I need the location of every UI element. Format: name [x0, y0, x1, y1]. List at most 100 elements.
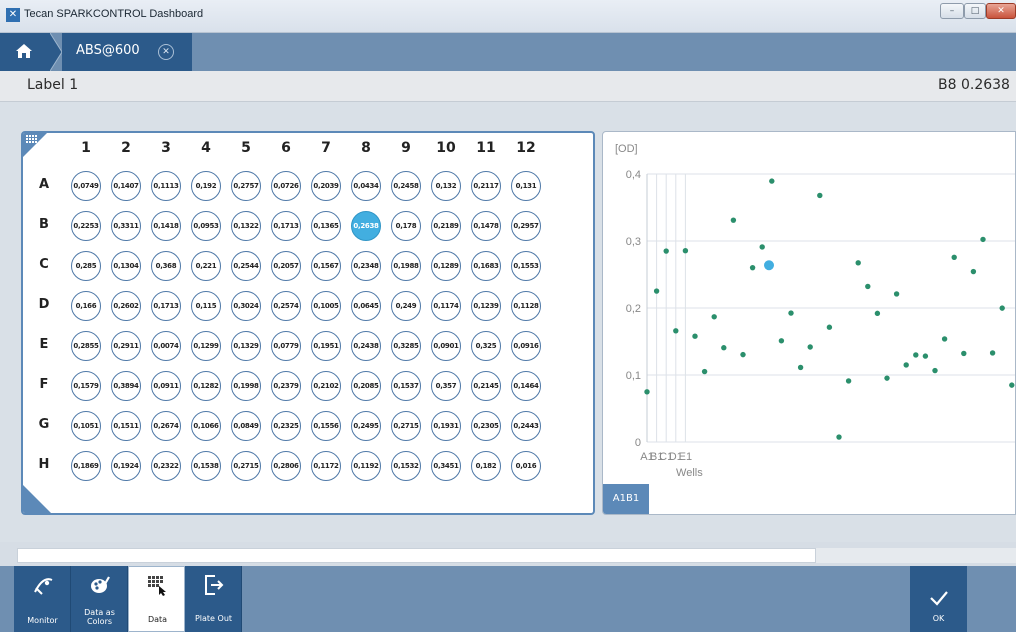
home-button[interactable]	[0, 33, 50, 71]
plate-well[interactable]: 0,2325	[271, 411, 301, 441]
a1b1-tab[interactable]: A1B1	[603, 484, 649, 514]
plate-well[interactable]: 0,2495	[351, 411, 381, 441]
close-circle-icon[interactable]: ✕	[158, 44, 174, 60]
data-as-colors-button[interactable]: Data as Colors	[71, 566, 128, 632]
plate-well[interactable]: 0,1329	[231, 331, 261, 361]
maximize-button[interactable]: □	[964, 3, 986, 19]
plate-well[interactable]: 0,2911	[111, 331, 141, 361]
plate-well[interactable]: 0,1951	[311, 331, 341, 361]
data-button[interactable]: Data	[128, 566, 185, 632]
plate-row-header[interactable]: B	[37, 217, 51, 232]
ok-button[interactable]: OK	[910, 566, 967, 632]
plate-well[interactable]: 0,1511	[111, 411, 141, 441]
plate-well[interactable]: 0,166	[71, 291, 101, 321]
plate-column-header[interactable]: 12	[506, 140, 546, 156]
plate-well[interactable]: 0,1418	[151, 211, 181, 241]
plate-well[interactable]: 0,1553	[511, 251, 541, 281]
plate-well[interactable]: 0,016	[511, 451, 541, 481]
plate-well[interactable]: 0,1113	[151, 171, 181, 201]
plate-column-header[interactable]: 6	[266, 140, 306, 156]
plate-column-header[interactable]: 8	[346, 140, 386, 156]
plate-well[interactable]: 0,2574	[271, 291, 301, 321]
plate-well[interactable]: 0,0953	[191, 211, 221, 241]
plate-well[interactable]: 0,0726	[271, 171, 301, 201]
plate-well[interactable]: 0,132	[431, 171, 461, 201]
plate-well[interactable]: 0,2544	[231, 251, 261, 281]
plate-well[interactable]: 0,2145	[471, 371, 501, 401]
plate-well[interactable]: 0,2602	[111, 291, 141, 321]
plate-well[interactable]: 0,2638	[351, 211, 381, 241]
plate-row-header[interactable]: E	[37, 337, 51, 352]
plate-row-header[interactable]: A	[37, 177, 51, 192]
plate-well[interactable]: 0,115	[191, 291, 221, 321]
plate-well[interactable]: 0,0849	[231, 411, 261, 441]
plate-well[interactable]: 0,2305	[471, 411, 501, 441]
plate-well[interactable]: 0,0916	[511, 331, 541, 361]
plate-well[interactable]: 0,192	[191, 171, 221, 201]
plate-well[interactable]: 0,3024	[231, 291, 261, 321]
plate-well[interactable]: 0,0901	[431, 331, 461, 361]
plate-well[interactable]: 0,3311	[111, 211, 141, 241]
plate-column-header[interactable]: 3	[146, 140, 186, 156]
plate-well[interactable]: 0,2757	[231, 171, 261, 201]
plate-well[interactable]: 0,249	[391, 291, 421, 321]
plate-well[interactable]: 0,1282	[191, 371, 221, 401]
plate-well[interactable]: 0,1998	[231, 371, 261, 401]
plate-well[interactable]: 0,1066	[191, 411, 221, 441]
plate-well[interactable]: 0,2102	[311, 371, 341, 401]
plate-well[interactable]: 0,2438	[351, 331, 381, 361]
plate-well[interactable]: 0,178	[391, 211, 421, 241]
plate-well[interactable]: 0,1988	[391, 251, 421, 281]
plate-well[interactable]: 0,1537	[391, 371, 421, 401]
plate-well[interactable]: 0,1556	[311, 411, 341, 441]
plate-column-header[interactable]: 11	[466, 140, 506, 156]
plate-well[interactable]: 0,1931	[431, 411, 461, 441]
plate-well[interactable]: 0,285	[71, 251, 101, 281]
plate-well[interactable]: 0,1924	[111, 451, 141, 481]
plate-well[interactable]: 0,2322	[151, 451, 181, 481]
plate-well[interactable]: 0,3894	[111, 371, 141, 401]
plate-well[interactable]: 0,1304	[111, 251, 141, 281]
plate-well[interactable]: 0,2117	[471, 171, 501, 201]
plate-out-button[interactable]: Plate Out	[185, 566, 242, 632]
plate-well[interactable]: 0,0074	[151, 331, 181, 361]
plate-column-header[interactable]: 9	[386, 140, 426, 156]
plate-well[interactable]: 0,2806	[271, 451, 301, 481]
plate-well[interactable]: 0,1567	[311, 251, 341, 281]
plate-well[interactable]: 0,1365	[311, 211, 341, 241]
plate-well[interactable]: 0,1239	[471, 291, 501, 321]
plate-well[interactable]: 0,182	[471, 451, 501, 481]
plate-column-header[interactable]: 10	[426, 140, 466, 156]
plate-well[interactable]: 0,3451	[431, 451, 461, 481]
plate-grid-icon[interactable]	[26, 135, 38, 144]
plate-well[interactable]: 0,1051	[71, 411, 101, 441]
plate-row-header[interactable]: D	[37, 297, 51, 312]
plate-well[interactable]: 0,2057	[271, 251, 301, 281]
plate-well[interactable]: 0,2957	[511, 211, 541, 241]
plate-well[interactable]: 0,2715	[391, 411, 421, 441]
plate-well[interactable]: 0,2715	[231, 451, 261, 481]
plate-well[interactable]: 0,2458	[391, 171, 421, 201]
plate-well[interactable]: 0,1005	[311, 291, 341, 321]
plate-well[interactable]: 0,1713	[151, 291, 181, 321]
plate-well[interactable]: 0,0779	[271, 331, 301, 361]
plate-well[interactable]: 0,1192	[351, 451, 381, 481]
plate-column-header[interactable]: 5	[226, 140, 266, 156]
plate-well[interactable]: 0,2253	[71, 211, 101, 241]
plate-well[interactable]: 0,1174	[431, 291, 461, 321]
plate-well[interactable]: 0,1478	[471, 211, 501, 241]
plate-well[interactable]: 0,0749	[71, 171, 101, 201]
plate-well[interactable]: 0,357	[431, 371, 461, 401]
plate-column-header[interactable]: 1	[66, 140, 106, 156]
plate-well[interactable]: 0,0645	[351, 291, 381, 321]
plate-well[interactable]: 0,131	[511, 171, 541, 201]
plate-well[interactable]: 0,221	[191, 251, 221, 281]
tab-abs600[interactable]: ABS@600 ✕	[62, 33, 192, 71]
plate-well[interactable]: 0,2039	[311, 171, 341, 201]
plate-well[interactable]: 0,1869	[71, 451, 101, 481]
plate-well[interactable]: 0,2855	[71, 331, 101, 361]
plate-well[interactable]: 0,1128	[511, 291, 541, 321]
plate-well[interactable]: 0,1713	[271, 211, 301, 241]
plate-row-header[interactable]: G	[37, 417, 51, 432]
minimize-button[interactable]: –	[940, 3, 964, 19]
